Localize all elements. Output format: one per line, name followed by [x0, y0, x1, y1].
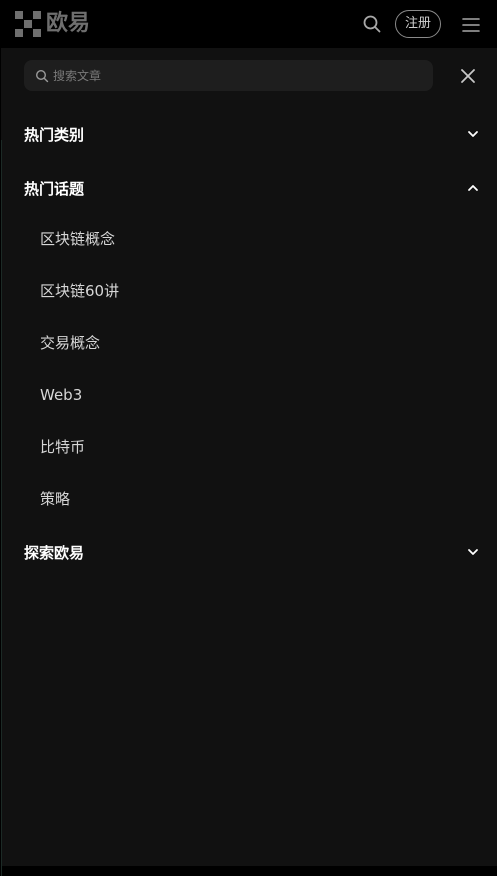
- section-explore-okx[interactable]: 探索欧易: [24, 537, 479, 567]
- top-bar: 欧易 注册: [0, 0, 497, 48]
- topic-item-web3[interactable]: Web3: [40, 383, 82, 407]
- section-title: 探索欧易: [24, 543, 85, 562]
- menu-panel: 热门类别 热门话题 区块链概念 区块链60讲 交易概念 Web3 比特币 策略 …: [1, 48, 497, 876]
- topic-item-bitcoin[interactable]: 比特币: [40, 435, 85, 459]
- section-title: 热门话题: [24, 179, 85, 198]
- chevron-down-icon: [468, 131, 478, 137]
- panel-edge-divider: [1, 140, 2, 876]
- chevron-down-icon: [468, 549, 478, 555]
- section-hot-categories[interactable]: 热门类别: [24, 119, 479, 149]
- section-title: 热门类别: [24, 125, 85, 144]
- article-search-box[interactable]: [24, 60, 433, 91]
- section-hot-topics[interactable]: 热门话题: [24, 173, 479, 203]
- register-button[interactable]: 注册: [395, 10, 441, 38]
- logo-text: 欧易: [46, 11, 91, 36]
- close-icon[interactable]: [460, 68, 476, 84]
- hamburger-menu-icon[interactable]: [462, 17, 480, 33]
- topic-item-blockchain-concepts[interactable]: 区块链概念: [40, 227, 115, 251]
- okx-logo-mark-icon: [15, 11, 41, 37]
- chevron-up-icon: [468, 185, 478, 191]
- logo[interactable]: 欧易: [15, 11, 90, 37]
- topic-item-blockchain-60[interactable]: 区块链60讲: [40, 279, 119, 303]
- search-icon[interactable]: [362, 14, 382, 34]
- topic-item-strategy[interactable]: 策略: [40, 487, 70, 511]
- topic-item-trading-concepts[interactable]: 交易概念: [40, 331, 100, 355]
- article-search-input[interactable]: [53, 60, 433, 91]
- search-icon: [35, 69, 49, 82]
